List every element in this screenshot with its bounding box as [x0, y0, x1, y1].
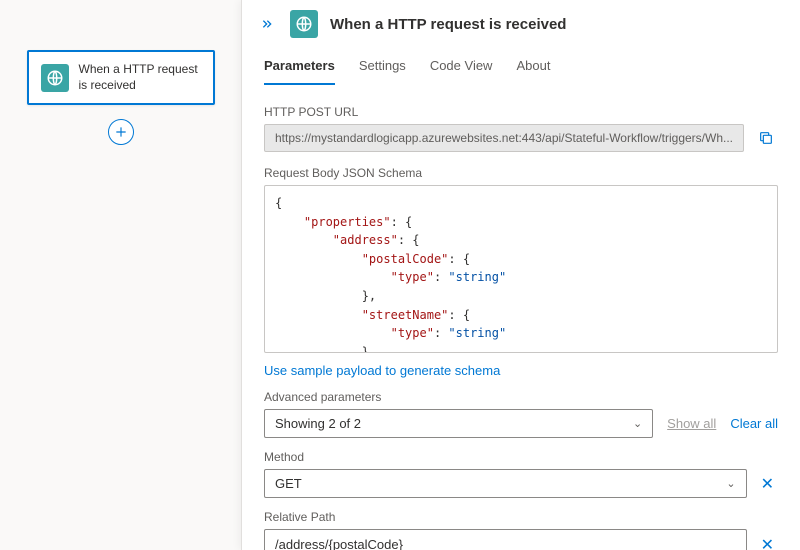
remove-method-button[interactable]: ✕: [757, 472, 778, 496]
schema-editor[interactable]: { "properties": { "address": { "postalCo…: [264, 185, 778, 353]
relpath-label: Relative Path: [264, 510, 778, 524]
relative-path-input[interactable]: /address/{postalCode}: [264, 529, 747, 550]
panel-title: When a HTTP request is received: [330, 16, 566, 33]
chevron-down-icon: ⌄: [633, 417, 642, 430]
trigger-node-label: When a HTTP request is received: [79, 62, 201, 93]
remove-relpath-button[interactable]: ✕: [757, 533, 778, 550]
tab-parameters[interactable]: Parameters: [264, 50, 335, 85]
tab-about[interactable]: About: [516, 50, 550, 85]
method-value: GET: [275, 476, 302, 491]
workflow-canvas: When a HTTP request is received: [0, 0, 241, 550]
chevron-down-icon: ⌄: [726, 477, 735, 490]
collapse-panel-button[interactable]: [258, 14, 278, 34]
advanced-select-value: Showing 2 of 2: [275, 416, 361, 431]
method-label: Method: [264, 450, 778, 464]
advanced-parameters-select[interactable]: Showing 2 of 2 ⌄: [264, 409, 653, 438]
http-trigger-icon: [41, 64, 69, 92]
add-step-button[interactable]: [108, 119, 134, 145]
details-panel: When a HTTP request is received Paramete…: [241, 0, 800, 550]
url-label: HTTP POST URL: [264, 105, 778, 119]
http-trigger-icon: [290, 10, 318, 38]
copy-url-button[interactable]: [754, 126, 778, 150]
advanced-label: Advanced parameters: [264, 390, 778, 404]
method-select[interactable]: GET ⌄: [264, 469, 747, 498]
clear-all-link[interactable]: Clear all: [730, 416, 778, 431]
tab-bar: Parameters Settings Code View About: [242, 46, 800, 85]
tab-code-view[interactable]: Code View: [430, 50, 493, 85]
trigger-node[interactable]: When a HTTP request is received: [27, 50, 215, 105]
schema-label: Request Body JSON Schema: [264, 166, 778, 180]
http-post-url-field[interactable]: https://mystandardlogicapp.azurewebsites…: [264, 124, 744, 152]
tab-settings[interactable]: Settings: [359, 50, 406, 85]
show-all-link[interactable]: Show all: [667, 416, 716, 431]
use-sample-payload-link[interactable]: Use sample payload to generate schema: [264, 363, 500, 378]
